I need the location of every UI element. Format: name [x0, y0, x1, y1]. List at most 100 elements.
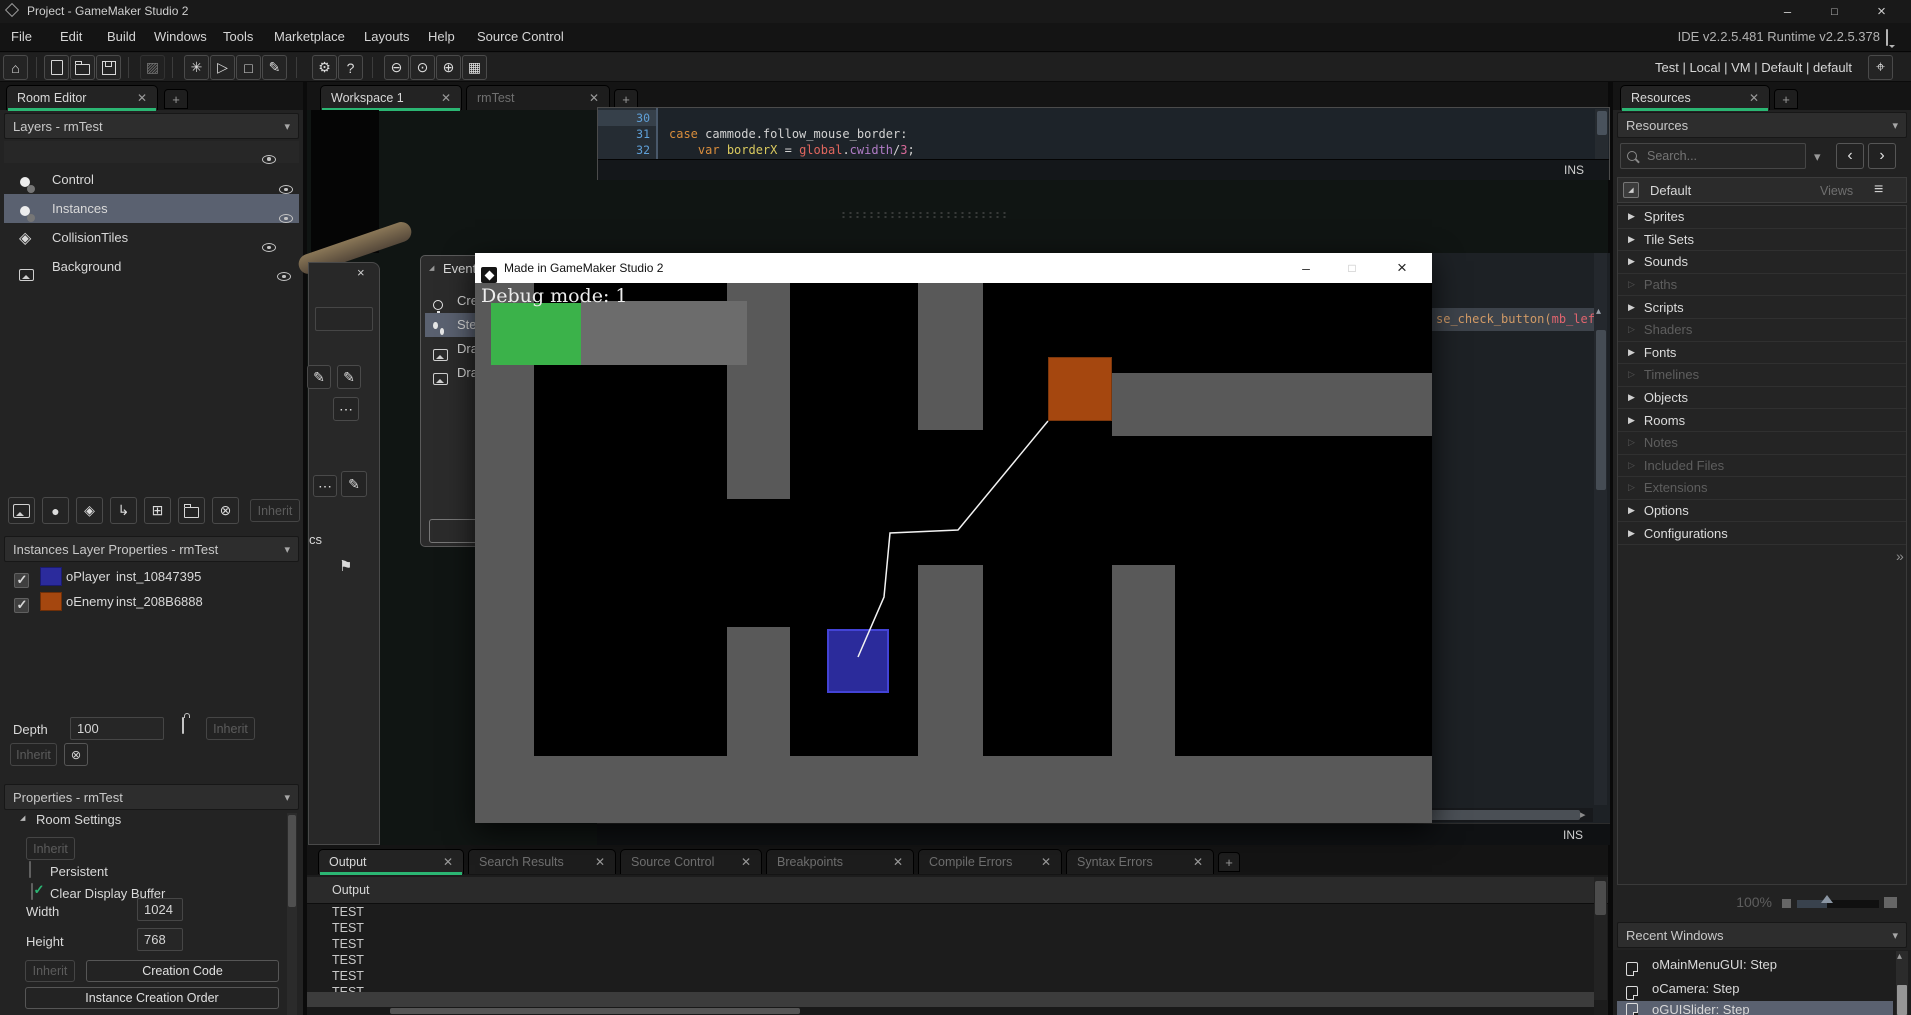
add-instance-layer-icon[interactable]	[42, 497, 69, 524]
tree-arrow-icon[interactable]	[1628, 256, 1635, 267]
zoom-slider-thumb[interactable]	[1821, 895, 1833, 903]
delete-layer-icon[interactable]	[212, 497, 239, 524]
tree-item-configurations[interactable]: Configurations	[1618, 522, 1906, 545]
instance-visible-checkbox[interactable]	[14, 573, 29, 588]
flag-icon[interactable]	[339, 557, 352, 575]
code-editor-top[interactable]: 30 31 32 case cammode.follow_mouse_borde…	[597, 107, 1610, 180]
resource-group-row[interactable]: Default Views	[1617, 177, 1907, 203]
tab-close-icon[interactable]	[1737, 91, 1759, 105]
eye-icon[interactable]	[279, 185, 293, 194]
scroll-right-icon[interactable]	[1580, 808, 1586, 821]
tab-search-results[interactable]: Search Results	[468, 849, 616, 874]
tab-close-icon[interactable]	[1181, 855, 1203, 869]
reset-icon[interactable]	[64, 743, 88, 766]
eye-icon[interactable]	[277, 272, 291, 281]
layer-row-background[interactable]: Background	[4, 252, 299, 281]
target-manager-icon[interactable]	[1868, 55, 1893, 80]
zoom-slider-track[interactable]	[1797, 900, 1879, 908]
browse-icon[interactable]	[333, 397, 359, 421]
scroll-up-icon[interactable]	[1596, 306, 1601, 317]
minimize-button[interactable]	[1764, 0, 1811, 23]
room-settings-label[interactable]: Room Settings	[36, 812, 121, 827]
settings-gear-icon[interactable]	[312, 55, 337, 80]
new-project-icon[interactable]	[44, 55, 69, 80]
tab-workspace-1[interactable]: Workspace 1	[320, 85, 462, 110]
tree-item-scripts[interactable]: Scripts	[1618, 296, 1906, 319]
save-project-icon[interactable]	[96, 55, 121, 80]
tree-item-objects[interactable]: Objects	[1618, 387, 1906, 410]
instance-visible-checkbox[interactable]	[14, 598, 29, 613]
menu-layouts[interactable]: Layouts	[364, 29, 410, 44]
instance-row-oplayer[interactable]: oPlayer inst_10847395	[4, 564, 299, 589]
zoom-out-icon[interactable]	[384, 55, 409, 80]
layer-row-control[interactable]: Control	[4, 165, 299, 194]
close-icon[interactable]	[357, 265, 365, 280]
views-menu-icon[interactable]	[1874, 181, 1883, 199]
search-next-button[interactable]	[1868, 143, 1896, 169]
tree-arrow-icon[interactable]	[1628, 415, 1635, 426]
tree-arrow-icon[interactable]	[1628, 211, 1635, 222]
tree-item-fonts[interactable]: Fonts	[1618, 342, 1906, 365]
game-minimize-icon[interactable]	[1296, 258, 1316, 278]
game-close-icon[interactable]	[1390, 256, 1414, 280]
menu-source-control[interactable]: Source Control	[477, 29, 564, 44]
tab-compile-errors[interactable]: Compile Errors	[918, 849, 1062, 874]
depth-input[interactable]	[70, 717, 164, 740]
recent-row-omainmenugui[interactable]: oMainMenuGUI: Step	[1617, 953, 1893, 977]
feedback-chat-icon[interactable]	[1886, 29, 1888, 46]
search-input[interactable]	[1645, 148, 1779, 164]
tab-close-icon[interactable]	[431, 855, 453, 869]
scroll-up-icon[interactable]	[1897, 951, 1902, 962]
panel-resize-handle[interactable]	[840, 211, 1008, 219]
tab-close-icon[interactable]	[1029, 855, 1051, 869]
zoom-slider-max-handle[interactable]	[1884, 897, 1897, 908]
stop-icon[interactable]	[236, 55, 261, 80]
tab-source-control[interactable]: Source Control	[620, 849, 762, 874]
tab-syntax-errors[interactable]: Syntax Errors	[1066, 849, 1214, 874]
zoom-reset-icon[interactable]	[410, 55, 435, 80]
tree-item-rooms[interactable]: Rooms	[1618, 409, 1906, 432]
recent-windows-header[interactable]: Recent Windows	[1617, 922, 1907, 948]
layer-row-instances[interactable]: Instances	[4, 194, 299, 223]
persistent-checkbox[interactable]	[29, 861, 31, 878]
eye-icon[interactable]	[279, 214, 293, 223]
menu-file[interactable]: File	[11, 29, 32, 44]
recent-scrollbar[interactable]	[1896, 951, 1908, 1015]
layers-header[interactable]: Layers - rmTest	[4, 113, 299, 139]
help-icon[interactable]	[338, 55, 363, 80]
tab-resources[interactable]: Resources	[1620, 85, 1770, 110]
add-output-tab-button[interactable]	[1218, 852, 1240, 872]
instances-properties-header[interactable]: Instances Layer Properties - rmTest	[4, 536, 299, 562]
tree-arrow-icon[interactable]	[1628, 528, 1635, 539]
tab-close-icon[interactable]	[429, 91, 451, 105]
menu-tools[interactable]: Tools	[223, 29, 253, 44]
add-layer-icon[interactable]	[144, 497, 171, 524]
tree-item-sprites[interactable]: Sprites	[1618, 206, 1906, 229]
browse-icon[interactable]	[313, 475, 337, 497]
depth-lock-icon[interactable]	[182, 717, 184, 734]
tab-breakpoints[interactable]: Breakpoints	[766, 849, 914, 874]
tab-close-icon[interactable]	[577, 91, 599, 105]
tree-arrow-icon[interactable]	[1628, 234, 1635, 245]
tab-room-editor[interactable]: Room Editor	[6, 85, 158, 110]
open-project-icon[interactable]	[70, 55, 95, 80]
clean-build-icon[interactable]	[262, 55, 287, 80]
maximize-button[interactable]	[1811, 0, 1858, 23]
add-tile-layer-icon[interactable]	[76, 497, 103, 524]
instance-row-oenemy[interactable]: oEnemy inst_208B6888	[4, 589, 299, 614]
run-icon[interactable]	[210, 55, 235, 80]
add-workspace-tab-button[interactable]	[614, 89, 638, 109]
tab-close-icon[interactable]	[881, 855, 903, 869]
tree-item-sounds[interactable]: Sounds	[1618, 251, 1906, 274]
add-layer-folder-icon[interactable]	[178, 497, 205, 524]
windows-layout-icon[interactable]	[462, 55, 487, 80]
build-config-label[interactable]: Test | Local | VM | Default | default	[1655, 60, 1852, 75]
tree-item-options[interactable]: Options	[1618, 500, 1906, 523]
code-scrollbar[interactable]	[1594, 253, 1607, 805]
edit-image-icon[interactable]	[337, 365, 361, 389]
collapse-triangle-icon[interactable]	[20, 814, 25, 822]
room-width-input[interactable]	[137, 898, 183, 921]
output-h-scrollbar[interactable]	[307, 1007, 1594, 1015]
collapse-triangle-icon[interactable]	[429, 264, 434, 272]
eye-icon[interactable]	[262, 243, 276, 252]
